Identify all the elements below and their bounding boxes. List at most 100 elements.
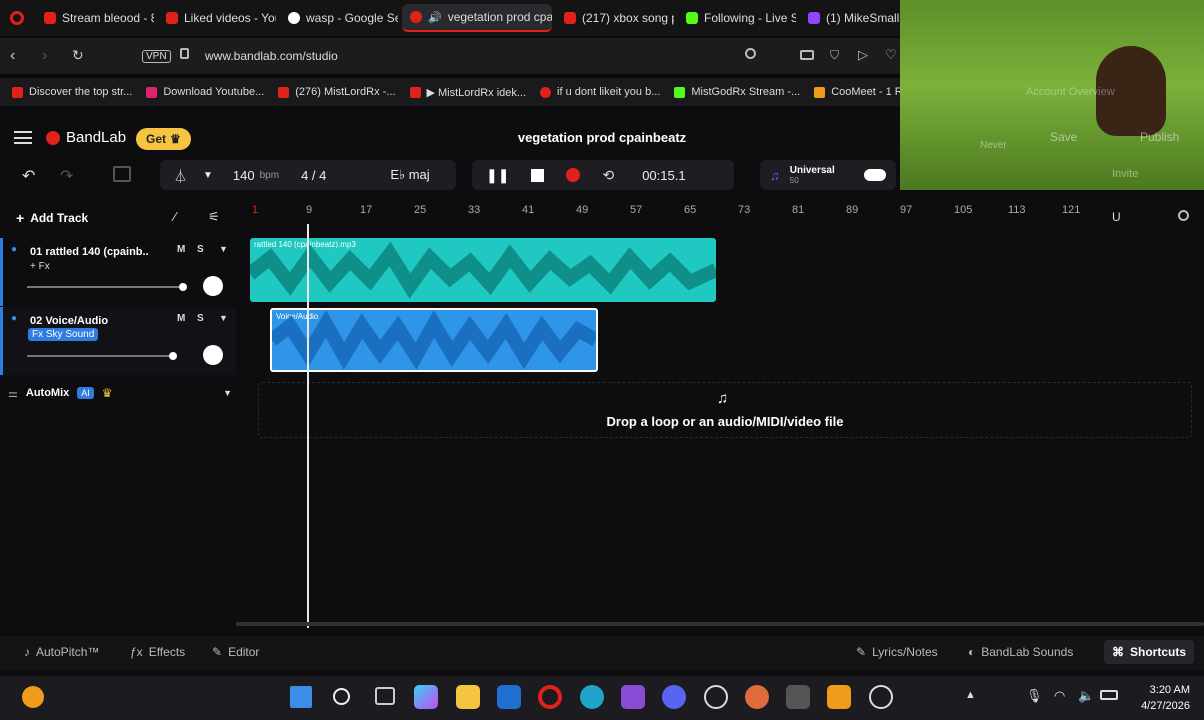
mute-button[interactable]: M xyxy=(177,313,185,324)
automix-row[interactable]: ⚌ AutoMix AI ♛ ▼ xyxy=(8,386,232,400)
copilot-icon[interactable] xyxy=(414,685,438,709)
send-icon[interactable]: ▷ xyxy=(858,47,868,63)
fx-tag[interactable]: + Fx xyxy=(30,261,50,272)
preset-toggle[interactable] xyxy=(864,169,886,181)
metronome-icon[interactable]: ⏃ xyxy=(174,166,187,185)
weather-icon[interactable] xyxy=(22,686,44,708)
solo-button[interactable]: S xyxy=(197,313,204,324)
clock-app-icon[interactable] xyxy=(704,685,728,709)
bpm-value[interactable]: 140 xyxy=(233,168,255,183)
redo-icon[interactable]: ↷ xyxy=(60,166,73,186)
back-icon[interactable]: ‹ xyxy=(10,47,15,65)
menu-icon[interactable] xyxy=(14,131,32,144)
task-view-icon[interactable] xyxy=(375,687,395,705)
search-icon[interactable] xyxy=(333,688,350,705)
bookmark-item[interactable]: if u dont likeit you b... xyxy=(540,86,660,98)
volume-icon[interactable]: 🔈 xyxy=(1078,688,1094,704)
vpn-badge[interactable]: VPN xyxy=(142,50,171,63)
media-player-icon[interactable] xyxy=(869,685,893,709)
track-header-2[interactable]: 02 Voice/Audio ● Fx Sky Sound M S ▼ xyxy=(0,307,236,375)
file-explorer-icon[interactable] xyxy=(456,685,480,709)
battery-icon[interactable] xyxy=(1100,690,1118,700)
volume-slider[interactable] xyxy=(27,355,173,357)
horizontal-scrollbar[interactable] xyxy=(236,622,1204,626)
record-icon[interactable] xyxy=(566,168,581,182)
outlook-icon[interactable] xyxy=(497,685,521,709)
pan-knob[interactable] xyxy=(203,345,223,365)
browser-tab[interactable]: Liked videos - You xyxy=(158,4,276,32)
effects-button[interactable]: ƒx Effects xyxy=(130,645,185,659)
mic-icon[interactable]: 🎙 xyxy=(1026,688,1043,704)
opera-icon[interactable] xyxy=(538,685,562,709)
camera-icon[interactable] xyxy=(800,50,814,60)
playhead[interactable] xyxy=(307,224,309,628)
browser-tab[interactable]: Stream bleood - 8 xyxy=(36,4,154,32)
discord-icon[interactable] xyxy=(662,685,686,709)
solo-button[interactable]: S xyxy=(197,244,204,255)
volume-handle[interactable] xyxy=(179,283,187,291)
timeline-ruler[interactable]: 1 9 17 25 33 41 49 57 65 73 81 89 97 105 113 121 xyxy=(248,204,1204,222)
loop-icon[interactable]: ⟲ xyxy=(602,167,614,184)
add-track-button[interactable]: + Add Track xyxy=(16,210,88,226)
stop-icon[interactable] xyxy=(531,168,545,182)
pan-knob[interactable] xyxy=(203,276,223,296)
autopitch-button[interactable]: ♪ AutoPitch™ xyxy=(24,645,99,659)
forward-icon[interactable]: › xyxy=(42,47,47,65)
bookmark-item[interactable]: Discover the top str... xyxy=(12,86,132,98)
mute-button[interactable]: M xyxy=(177,244,185,255)
pause-icon[interactable]: ❚❚ xyxy=(486,167,509,184)
key-selector[interactable]: E♭ maj xyxy=(374,160,446,190)
wand-icon[interactable]: ⁄ xyxy=(174,209,176,224)
shortcuts-button[interactable]: ⌘ Shortcuts xyxy=(1104,640,1195,664)
lyrics-notes-button[interactable]: ✎ Lyrics/Notes xyxy=(856,645,938,659)
reload-icon[interactable]: ↻ xyxy=(72,47,84,64)
chevron-down-icon[interactable]: ▼ xyxy=(219,313,228,323)
project-title[interactable]: vegetation prod cpainbeatz xyxy=(420,130,784,145)
preset-selector[interactable]: ♫ Universal 50 xyxy=(760,160,896,190)
search-icon[interactable] xyxy=(745,48,756,59)
soundcloud-icon xyxy=(12,86,23,98)
bandlab-logo[interactable]: BandLab xyxy=(46,129,126,146)
edge-icon[interactable] xyxy=(580,685,604,709)
overlay-publish: Publish xyxy=(1140,130,1180,144)
bookmark-item[interactable]: (276) MistLordRx -... xyxy=(278,86,396,98)
editor-button[interactable]: ✎ Editor xyxy=(212,645,259,659)
piano-icon[interactable] xyxy=(113,166,131,182)
browser-tab-active[interactable]: 🔊 vegetation prod cpain xyxy=(402,4,552,32)
browser-tab[interactable]: (217) xbox song p xyxy=(556,4,674,32)
wifi-icon[interactable]: ◠ xyxy=(1054,688,1065,704)
app-icon[interactable] xyxy=(745,685,769,709)
clock[interactable]: 3:20 AM 4/27/2026 xyxy=(1130,682,1190,714)
bookmark-item[interactable]: ▶ MistLordRx idek... xyxy=(409,86,526,99)
magnet-icon[interactable]: U xyxy=(1112,210,1121,224)
get-membership-button[interactable]: Get ♛ xyxy=(136,128,191,150)
chevron-down-icon[interactable]: ▼ xyxy=(223,388,232,398)
bookmark-item[interactable]: MistGodRx Stream -... xyxy=(674,86,800,98)
camera-app-icon[interactable] xyxy=(786,685,810,709)
chevron-up-icon[interactable]: ▲ xyxy=(965,689,976,701)
audio-clip-2[interactable]: Voice/Audio xyxy=(270,308,598,372)
zoom-icon[interactable] xyxy=(1178,210,1189,221)
undo-icon[interactable]: ↶ xyxy=(22,166,35,186)
fl-studio-icon[interactable] xyxy=(827,685,851,709)
time-signature[interactable]: 4 / 4 xyxy=(301,168,326,183)
bookmark-item[interactable]: Download Youtube... xyxy=(146,86,264,98)
fx-tag[interactable]: Fx Sky Sound xyxy=(28,328,99,341)
browser-tab[interactable]: Following - Live S xyxy=(678,4,796,32)
audio-clip-1[interactable]: rattled 140 (cpainbeatz).mp3 xyxy=(250,238,716,302)
track-header-1[interactable]: 01 rattled 140 (cpainb... ● + Fx M S ▼ xyxy=(0,238,236,306)
opera-logo-icon[interactable] xyxy=(10,11,24,25)
volume-handle[interactable] xyxy=(169,352,177,360)
chevron-down-icon[interactable]: ▼ xyxy=(203,170,213,181)
volume-slider[interactable] xyxy=(27,286,183,288)
chevron-down-icon[interactable]: ▼ xyxy=(219,244,228,254)
shield-icon[interactable]: ⛉ xyxy=(830,48,839,63)
heart-icon[interactable]: ♡ xyxy=(885,47,897,63)
sliders-icon[interactable]: ⚟ xyxy=(208,209,220,225)
bandlab-sounds-button[interactable]: ◐ BandLab Sounds xyxy=(968,645,1073,659)
browser-tab[interactable]: wasp - Google Se xyxy=(280,4,398,32)
start-icon[interactable] xyxy=(290,686,312,708)
ruler-mark: 49 xyxy=(576,204,589,216)
url-field[interactable]: www.bandlab.com/studio xyxy=(205,49,338,63)
clapper-icon[interactable] xyxy=(621,685,645,709)
